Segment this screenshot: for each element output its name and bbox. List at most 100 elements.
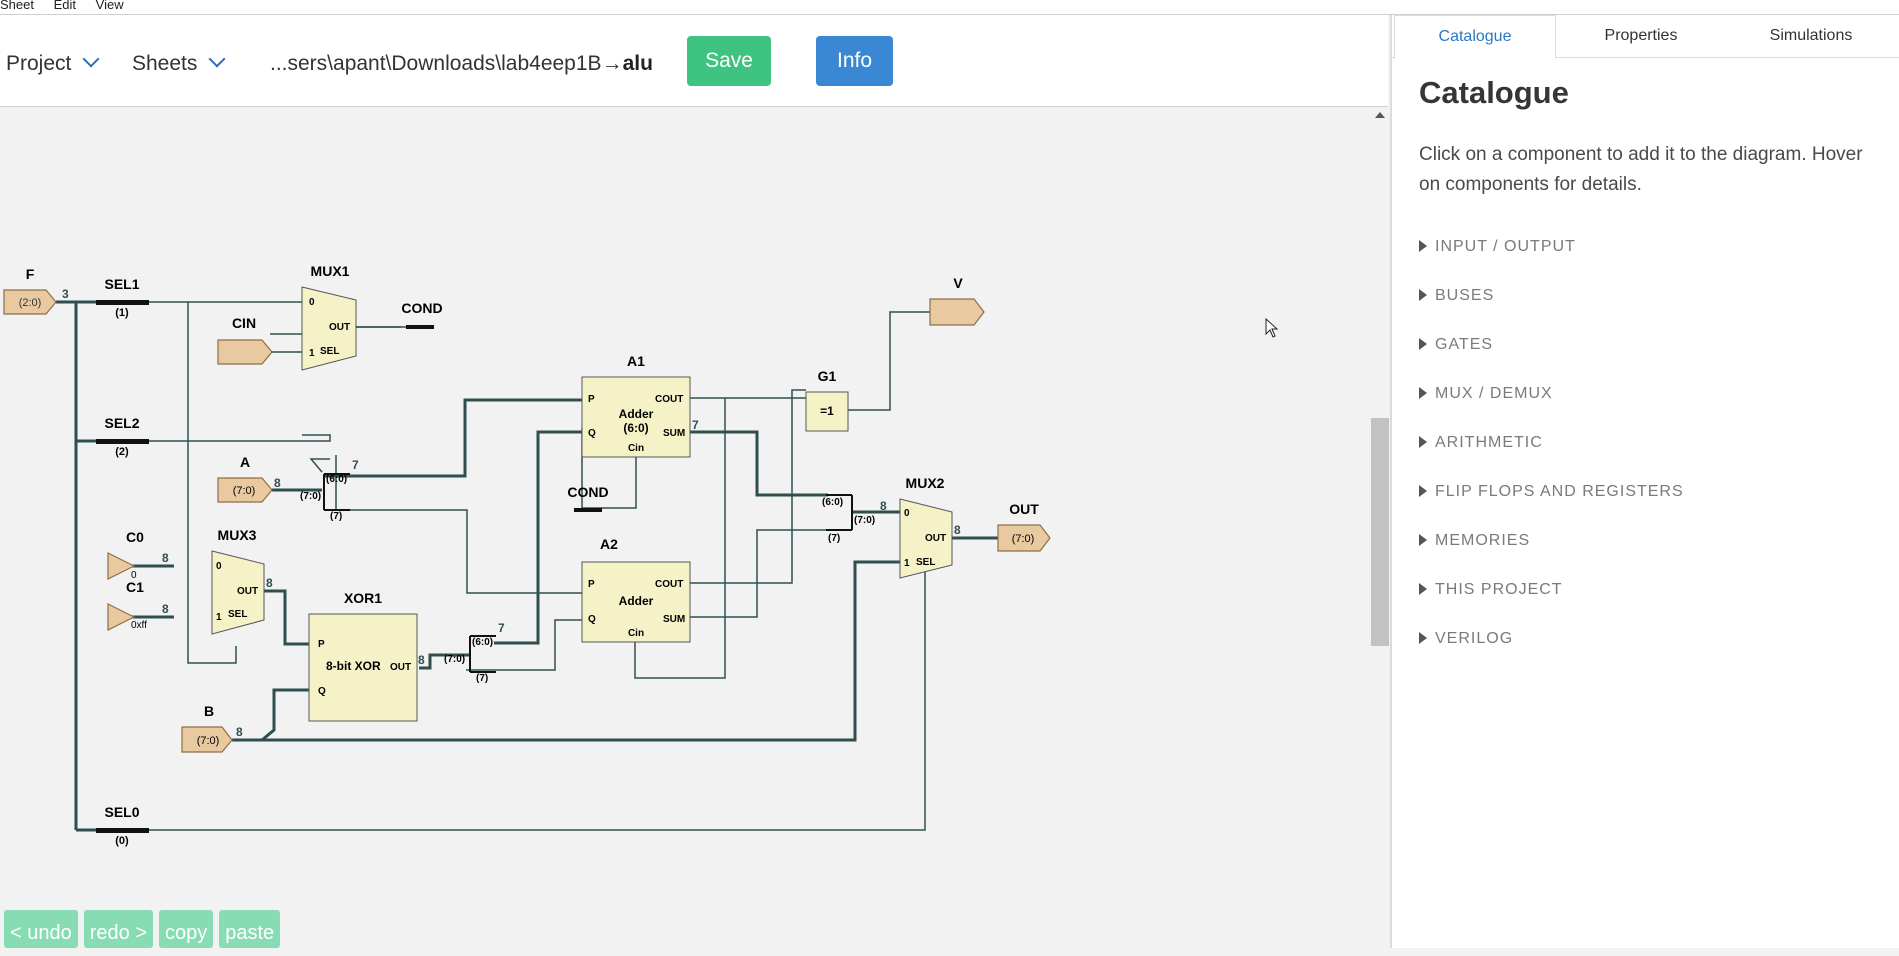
SEL1-bit-label: (1) [115,307,129,319]
constant-C0[interactable]: C0 0 8 [107,529,169,581]
category-mux-demux[interactable]: MUX / DEMUX [1419,385,1684,434]
splitter-XOR[interactable]: (6:0) (7:0) (7) 7 [444,621,505,684]
svg-text:8: 8 [954,523,961,537]
svg-text:Q: Q [588,428,596,439]
V-label: V [953,275,963,291]
merger[interactable]: (6:0) (7:0) (7) 8 [822,494,887,544]
splitter-SEL1[interactable]: SEL1 (1) [96,276,149,319]
category-flip-flops[interactable]: FLIP FLOPS AND REGISTERS [1419,483,1684,532]
svg-text:(7:0): (7:0) [1012,533,1035,545]
gate-XOR1[interactable]: XOR1 P Q 8-bit XOR OUT 8 [308,590,425,722]
F-label: F [26,266,35,282]
category-verilog[interactable]: VERILOG [1419,630,1684,679]
scroll-up-arrow-icon[interactable] [1375,112,1385,118]
svg-text:0: 0 [904,508,910,519]
sheets-menu[interactable]: Sheets [132,50,226,76]
svg-text:Q: Q [588,614,596,625]
svg-text:Adder: Adder [619,594,654,608]
output-OUT[interactable]: (7:0) OUT [997,501,1051,552]
F-width-label: 3 [62,287,69,301]
svg-text:COUT: COUT [655,579,683,590]
svg-text:Adder: Adder [619,407,654,421]
adder-A2[interactable]: A2 P Q COUT SUM Adder Cin [581,536,691,643]
svg-text:SEL: SEL [228,609,247,620]
mux-MUX2[interactable]: MUX2 0 1 OUT SEL 8 [899,475,961,579]
paste-button[interactable]: paste [219,910,281,948]
splitter-SEL2[interactable]: SEL2 (2) [96,415,149,458]
input-F[interactable]: (2:0) F 3 [3,266,69,315]
undo-button[interactable]: < undo [4,910,78,948]
caret-right-icon [1419,289,1427,301]
svg-text:1: 1 [904,558,910,569]
input-A[interactable]: (7:0) A 8 [217,454,281,503]
B-label: B [204,703,214,719]
category-this-project[interactable]: THIS PROJECT [1419,581,1684,630]
scrollbar-thumb[interactable] [1371,418,1389,646]
svg-text:(6:0): (6:0) [822,497,843,508]
menu-edit[interactable]: Edit [54,0,76,11]
input-CIN[interactable]: CIN [217,315,273,365]
XOR1-label: XOR1 [344,590,382,606]
panel-tabs: Catalogue Properties Simulations [1392,15,1899,59]
category-input-output[interactable]: INPUT / OUTPUT [1419,238,1684,287]
svg-text:1: 1 [309,348,315,359]
file-path: ...sers\apant\Downloads\lab4eep1B→alu [270,52,653,76]
CIN-label: CIN [232,315,256,331]
svg-text:(7:0): (7:0) [197,735,220,747]
svg-text:OUT: OUT [925,533,946,544]
svg-text:OUT: OUT [237,586,258,597]
svg-text:P: P [588,579,595,590]
COND-out-label: COND [401,300,442,316]
mux-MUX1[interactable]: MUX1 0 1 OUT SEL [301,263,357,371]
copy-button[interactable]: copy [159,910,214,948]
svg-text:(7): (7) [828,533,840,544]
tab-properties[interactable]: Properties [1556,15,1726,57]
category-arithmetic[interactable]: ARITHMETIC [1419,434,1684,483]
wire-label-COND-out[interactable]: COND [356,300,443,329]
MUX3-label: MUX3 [218,527,257,543]
svg-text:(7): (7) [476,673,488,684]
category-gates[interactable]: GATES [1419,336,1684,385]
svg-text:P: P [588,394,595,405]
COND-in-label: COND [567,484,608,500]
svg-text:7: 7 [692,418,699,432]
MUX2-label: MUX2 [906,475,945,491]
schematic[interactable]: (2:0) F 3 SEL1 (1) SEL2 (2) SEL0 (0) MUX… [0,107,1372,948]
caret-right-icon [1419,240,1427,252]
gate-G1[interactable]: G1 =1 [805,368,849,432]
SEL0-label: SEL0 [104,804,139,820]
info-button[interactable]: Info [816,36,893,86]
project-menu[interactable]: Project [6,50,100,76]
svg-text:8: 8 [266,576,273,590]
A1-label: A1 [627,353,645,369]
F-range-label: (2:0) [19,297,42,309]
svg-text:7: 7 [352,458,359,472]
svg-text:8: 8 [274,476,281,490]
menu-sheet[interactable]: Sheet [0,0,34,11]
input-B[interactable]: (7:0) B 8 [181,703,243,753]
redo-button[interactable]: redo > [83,910,153,948]
right-panel: Catalogue Properties Simulations Catalog… [1390,15,1899,948]
svg-text:(7): (7) [330,511,342,522]
caret-right-icon [1419,632,1427,644]
output-V[interactable]: V [929,275,985,326]
constant-C1[interactable]: C1 0xff 8 [107,579,169,631]
MUX1-label: MUX1 [311,263,350,279]
category-memories[interactable]: MEMORIES [1419,532,1684,581]
project-label: Project [6,52,72,75]
menu-view[interactable]: View [96,0,124,11]
adder-A1[interactable]: A1 P Q COUT SUM Adder (6:0) Cin 7 [581,353,699,458]
svg-text:(7:0): (7:0) [854,515,875,526]
tab-simulations[interactable]: Simulations [1726,15,1896,57]
mux-MUX3[interactable]: MUX3 0 1 OUT SEL 8 [211,527,273,635]
mouse-cursor-icon [1265,318,1279,338]
SEL1-label: SEL1 [104,276,139,292]
diagram-canvas[interactable]: (2:0) F 3 SEL1 (1) SEL2 (2) SEL0 (0) MUX… [0,107,1372,948]
tab-catalogue[interactable]: Catalogue [1394,15,1556,59]
save-button[interactable]: Save [687,36,771,86]
splitter-SEL0[interactable]: SEL0 (0) [96,804,149,847]
SEL2-label: SEL2 [104,415,139,431]
category-buses[interactable]: BUSES [1419,287,1684,336]
A2-label: A2 [600,536,618,552]
path-arrow: → [601,52,623,75]
